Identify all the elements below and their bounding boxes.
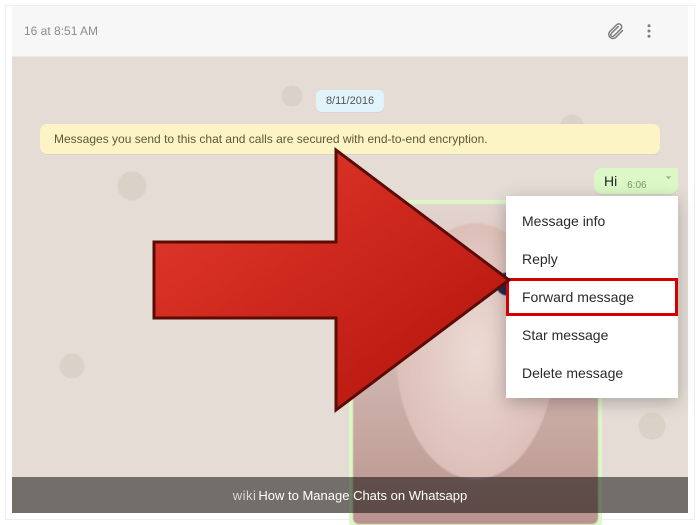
outgoing-message-bubble[interactable]: Hi 6:06 bbox=[594, 168, 678, 194]
menu-item-reply[interactable]: Reply bbox=[506, 240, 678, 278]
date-separator: 8/11/2016 bbox=[316, 90, 384, 112]
more-menu-icon[interactable] bbox=[632, 14, 666, 48]
menu-item-message-info[interactable]: Message info bbox=[506, 202, 678, 240]
message-context-menu: Message info Reply Forward message Star … bbox=[506, 196, 678, 398]
message-time: 6:06 bbox=[627, 180, 646, 191]
message-text: Hi bbox=[604, 173, 617, 189]
attach-icon[interactable] bbox=[598, 14, 632, 48]
header-timestamp: 16 at 8:51 AM bbox=[24, 24, 98, 38]
encryption-banner: Messages you send to this chat and calls… bbox=[40, 124, 660, 154]
menu-item-forward-message[interactable]: Forward message bbox=[506, 278, 678, 316]
chat-header: 16 at 8:51 AM bbox=[12, 6, 688, 57]
caption-bar: wiki How to Manage Chats on Whatsapp bbox=[12, 477, 688, 513]
caption-prefix: wiki bbox=[233, 488, 257, 503]
caption-title: How to Manage Chats on Whatsapp bbox=[258, 488, 467, 503]
chevron-down-icon[interactable] bbox=[662, 171, 675, 187]
menu-item-star-message[interactable]: Star message bbox=[506, 316, 678, 354]
menu-item-delete-message[interactable]: Delete message bbox=[506, 354, 678, 392]
